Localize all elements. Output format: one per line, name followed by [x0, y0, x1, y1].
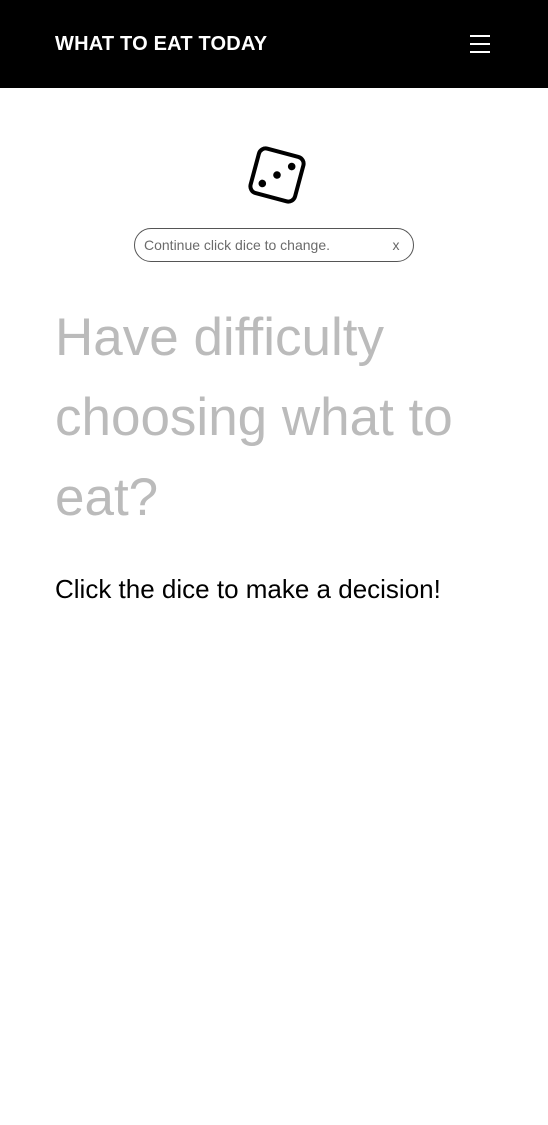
hint-pill: Continue click dice to change. x	[134, 228, 414, 262]
hint-close-button[interactable]: x	[387, 236, 405, 254]
site-brand[interactable]: WHAT TO EAT TODAY	[55, 31, 267, 57]
hamburger-menu-icon-line	[470, 51, 490, 53]
hamburger-menu-icon	[470, 35, 490, 37]
hamburger-menu-icon-line	[470, 43, 490, 45]
dice-button[interactable]	[247, 145, 307, 205]
dice-three-icon	[248, 146, 306, 204]
hint-text: Continue click dice to change.	[144, 237, 330, 253]
page-headline: Have difficulty choosing what to eat?	[55, 308, 453, 527]
hamburger-menu-button[interactable]	[465, 30, 495, 58]
top-navbar: WHAT TO EAT TODAY	[0, 0, 548, 88]
page-subheadline: Click the dice to make a decision!	[55, 574, 441, 604]
